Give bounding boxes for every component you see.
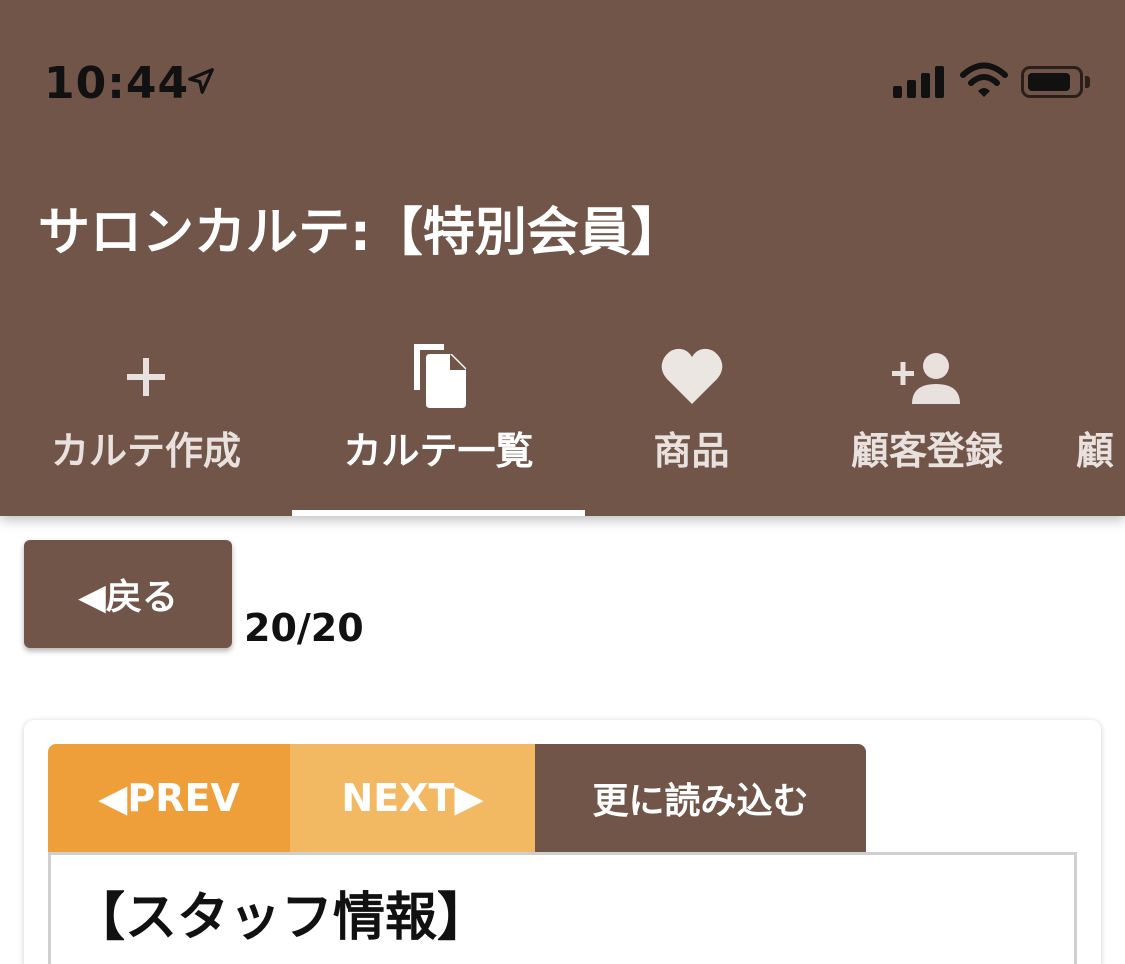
tab-label: カルテ一覧 [343, 429, 534, 473]
section-heading: 【スタッフ情報】 [73, 888, 490, 948]
documents-icon [413, 344, 466, 408]
app-bar: 10:44 サロンカルテ:【特別会員】 カルテ作成 カルテ一覧 商品 顧客登録 … [0, 0, 1125, 516]
tab-products[interactable]: 商品 [585, 330, 798, 516]
tab-label: 商品 [653, 429, 730, 473]
app-title: サロンカルテ:【特別会員】 [38, 203, 683, 263]
back-button[interactable]: ◀戻る [24, 540, 232, 648]
heart-icon [661, 348, 722, 404]
page-counter: 20/20 [244, 606, 364, 650]
prev-button[interactable]: ◀PREV [48, 744, 290, 852]
chart-content-box: 【スタッフ情報】 [48, 852, 1077, 964]
load-more-button[interactable]: 更に読み込む [535, 744, 866, 852]
tab-create-chart[interactable]: カルテ作成 [0, 330, 292, 516]
status-time: 10:44 [44, 58, 190, 109]
tab-label: 顧 [1076, 429, 1115, 473]
battery-cap [1085, 76, 1090, 88]
tab-chart-list[interactable]: カルテ一覧 [292, 330, 585, 516]
plus-icon [127, 358, 165, 396]
location-arrow-icon [188, 68, 214, 94]
active-tab-indicator [292, 510, 585, 516]
chart-card: ◀PREV NEXT▶ 更に読み込む 【スタッフ情報】 [24, 720, 1101, 964]
tab-customer-overflow[interactable]: 顧 [1066, 330, 1125, 516]
wifi-icon [960, 62, 1008, 97]
battery-icon [1021, 66, 1083, 98]
next-button[interactable]: NEXT▶ [290, 744, 535, 852]
add-person-icon [892, 353, 960, 404]
tab-customer-register[interactable]: 顧客登録 [798, 330, 1056, 516]
tab-label: カルテ作成 [50, 429, 241, 473]
tab-label: 顧客登録 [850, 429, 1003, 473]
cellular-signal-icon [893, 66, 945, 98]
